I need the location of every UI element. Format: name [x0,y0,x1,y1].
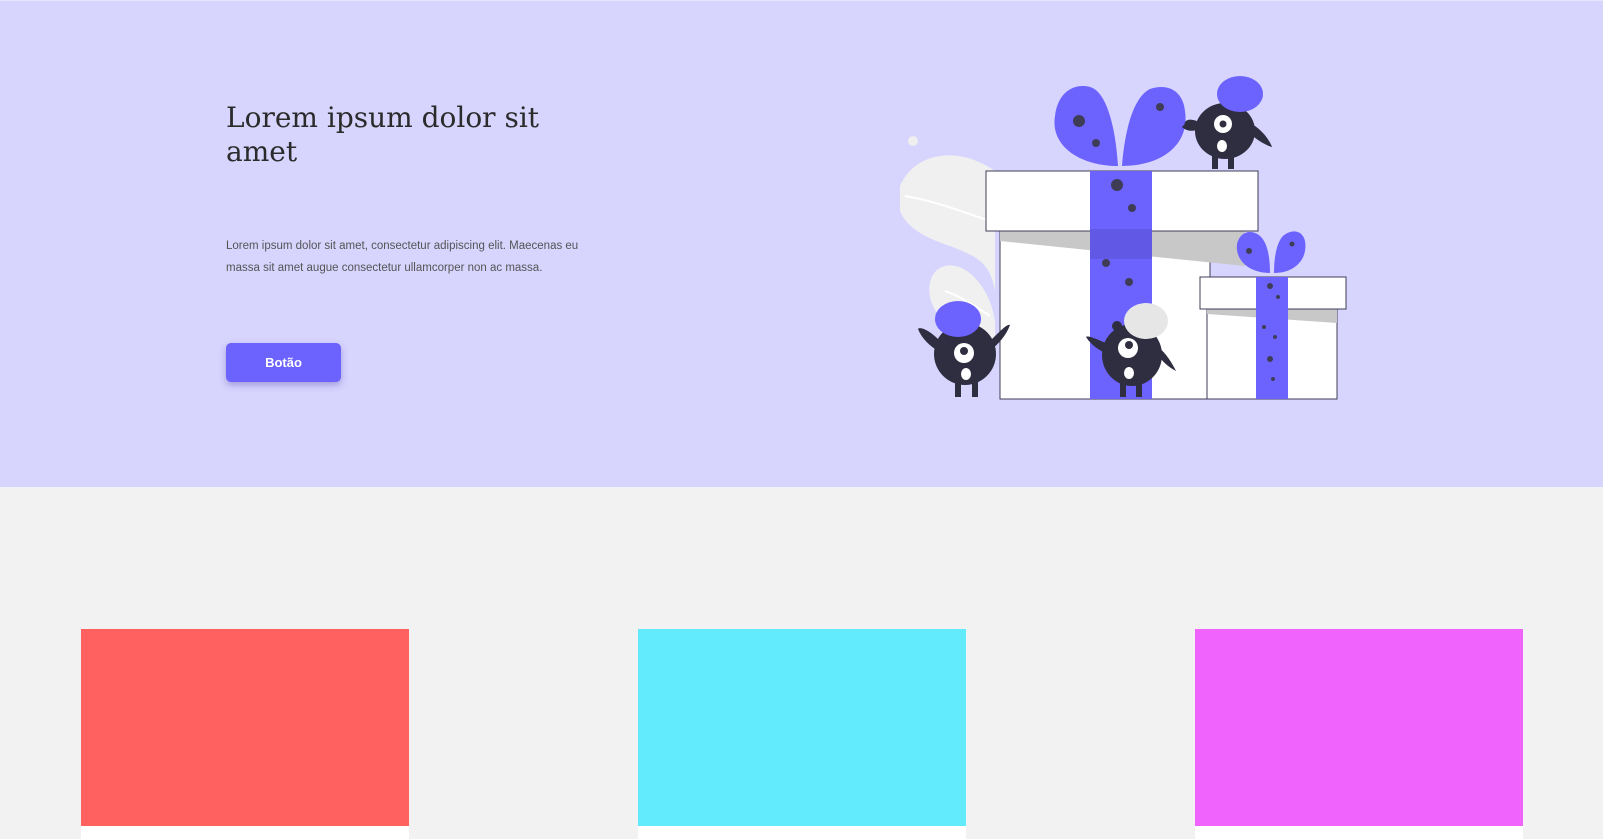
card-color-block [638,629,966,826]
color-card[interactable] [81,629,409,839]
hero-description: Lorem ipsum dolor sit amet, consectetur … [226,240,579,274]
card-color-block [81,629,409,826]
hero-title: Lorem ipsum dolor sit amet [226,101,540,168]
gift-boxes-illustration-icon [900,76,1347,400]
hero-section: Lorem ipsum dolor sit amet Lorem ipsum d… [0,0,1603,487]
color-card[interactable] [638,629,966,839]
card-body [638,826,966,839]
card-body [1195,826,1523,839]
hero-cta-button[interactable]: Botão [226,343,341,382]
card-body [81,826,409,839]
card-color-block [1195,629,1523,826]
color-card[interactable] [1195,629,1523,839]
